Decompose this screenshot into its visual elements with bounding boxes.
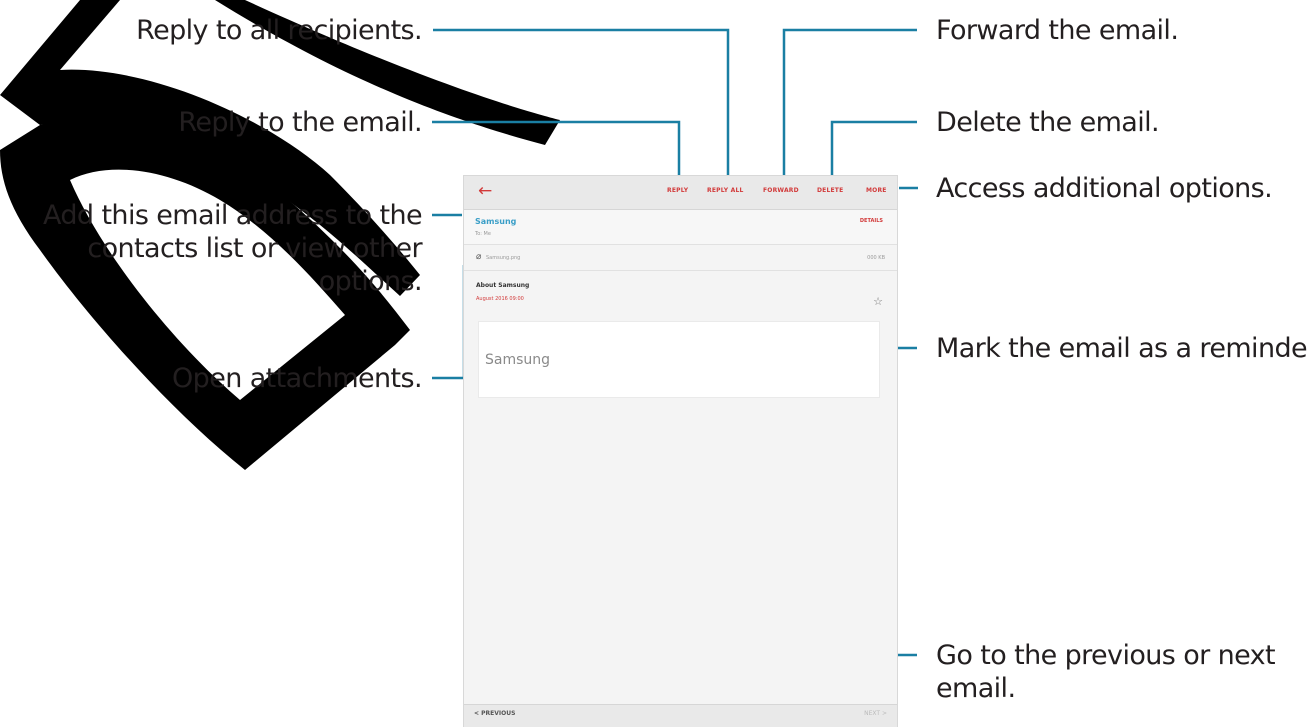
callout-forward: Forward the email.: [936, 15, 1179, 46]
sender-name[interactable]: Samsung: [475, 217, 516, 226]
email-date: August 2016 09:00: [476, 296, 524, 302]
navigation-bar: < PREVIOUS NEXT >: [464, 704, 897, 727]
more-button[interactable]: MORE: [866, 187, 887, 194]
callout-add-contact-line1: Add this email address to the: [42, 200, 423, 231]
previous-button[interactable]: < PREVIOUS: [474, 710, 515, 717]
recipient-line: To: Me: [475, 231, 491, 237]
email-body: Samsung: [478, 321, 880, 398]
paperclip-icon: ⌀: [476, 252, 482, 262]
reply-button[interactable]: REPLY: [667, 187, 688, 194]
callout-reply: Reply to the email.: [178, 107, 422, 138]
callout-navigation-line2: email.: [936, 673, 1016, 704]
callout-reply-all: Reply to all recipients.: [136, 15, 422, 46]
back-arrow-icon[interactable]: ←: [478, 181, 492, 201]
callout-navigation: Go to the previous or next email.: [936, 639, 1276, 705]
callout-reminder: Mark the email as a reminder.: [936, 333, 1309, 364]
email-subject: About Samsung: [476, 282, 530, 289]
email-view-screen: ← REPLY REPLY ALL FORWARD DELETE MORE Sa…: [463, 175, 898, 727]
callout-delete: Delete the email.: [936, 107, 1160, 138]
attachment-row[interactable]: ⌀ Samsung.png 000 KB: [464, 248, 897, 271]
email-toolbar: ← REPLY REPLY ALL FORWARD DELETE MORE: [464, 176, 897, 210]
attachment-name: Samsung.png: [486, 255, 521, 261]
callout-attachments: Open attachments.: [172, 363, 423, 394]
details-button[interactable]: DETAILS: [860, 218, 883, 224]
callout-add-contact-line3: options.: [318, 266, 423, 297]
email-header: Samsung To: Me DETAILS: [464, 210, 897, 245]
callout-add-contact-line2: contacts list or view other: [87, 233, 422, 264]
reply-all-button[interactable]: REPLY ALL: [707, 187, 744, 194]
next-button[interactable]: NEXT >: [864, 710, 887, 717]
callout-more: Access additional options.: [936, 173, 1273, 204]
star-icon[interactable]: ☆: [873, 295, 883, 308]
forward-button[interactable]: FORWARD: [763, 187, 799, 194]
callout-navigation-line1: Go to the previous or next: [936, 640, 1276, 671]
attachment-size: 000 KB: [867, 255, 885, 261]
callout-add-contact: Add this email address to the contacts l…: [40, 199, 423, 298]
delete-button[interactable]: DELETE: [817, 187, 843, 194]
email-body-text: Samsung: [485, 352, 551, 368]
